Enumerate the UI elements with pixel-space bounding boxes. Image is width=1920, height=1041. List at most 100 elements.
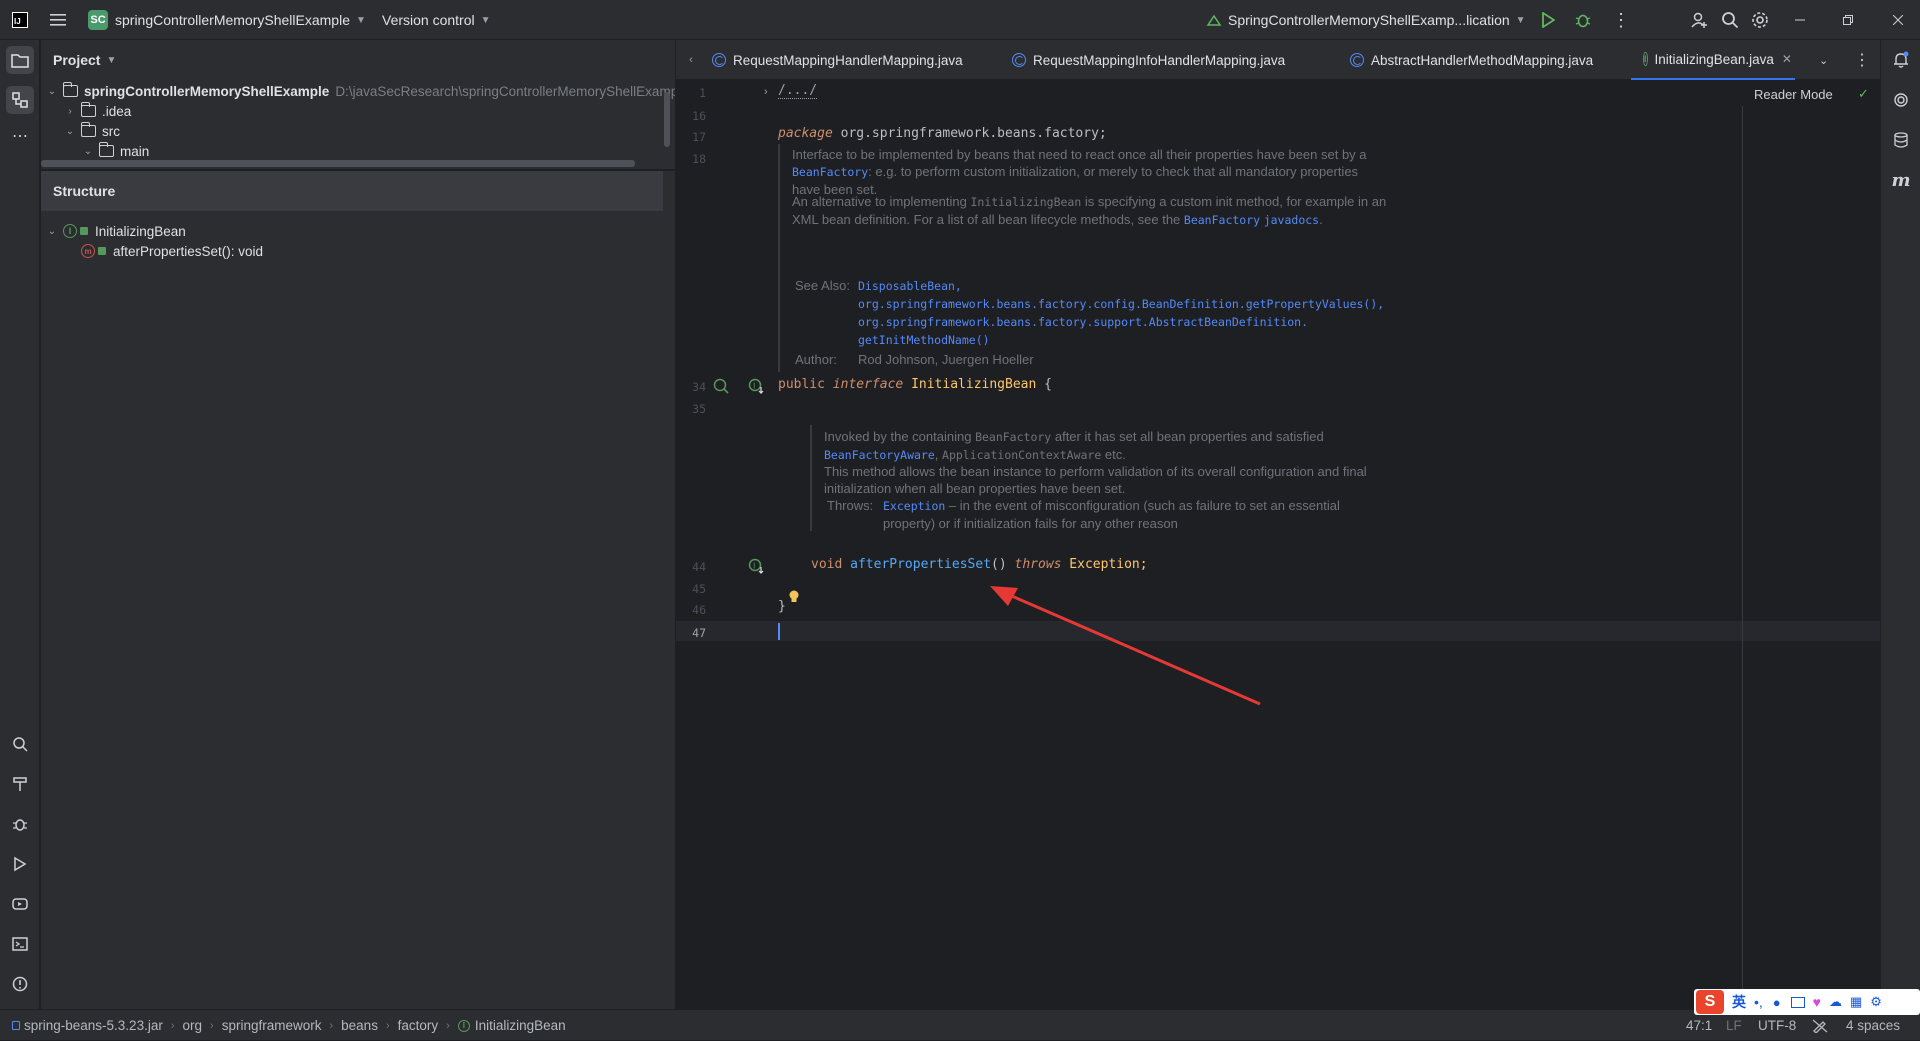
keyboard-icon[interactable] <box>1790 996 1805 1008</box>
project-panel-header[interactable]: Project ▼ <box>53 40 116 80</box>
tab-request-mapping-handler-mapping[interactable]: RequestMappingHandlerMapping.java <box>700 40 975 80</box>
microphone-icon[interactable]: ● <box>1773 995 1781 1010</box>
maven-button[interactable]: m <box>1887 166 1915 194</box>
doc-link[interactable]: org.springframework.beans.factory.suppor… <box>858 315 1308 329</box>
structure-tool-button[interactable] <box>6 86 34 114</box>
folder-icon <box>11 54 29 68</box>
structure-item-class[interactable]: ⌄ I InitializingBean <box>45 221 186 241</box>
interface-declaration: public interface InitializingBean { <box>778 377 1052 392</box>
tab-abstract-handler-method-mapping[interactable]: AbstractHandlerMethodMapping.java <box>1338 40 1605 80</box>
line-number: 35 <box>692 402 706 416</box>
lightbulb-icon[interactable] <box>788 590 800 604</box>
terminal-tool-button[interactable] <box>6 930 34 958</box>
bell-icon <box>1894 51 1909 68</box>
database-button[interactable] <box>1887 126 1915 154</box>
close-window-button[interactable] <box>1893 0 1903 40</box>
tab-options-button[interactable]: ⋮ <box>1854 40 1870 80</box>
ime-language[interactable]: 英 <box>1732 992 1746 1012</box>
line-number: 1 <box>699 86 706 100</box>
services-tool-button[interactable] <box>6 890 34 918</box>
breadcrumb-item[interactable]: factory <box>398 1018 439 1033</box>
breadcrumb-item[interactable]: springframework <box>222 1018 322 1033</box>
close-tab-icon[interactable]: ✕ <box>1782 52 1792 66</box>
find-tool-button[interactable] <box>6 730 34 758</box>
inspection-ok-icon[interactable]: ✓ <box>1858 86 1869 102</box>
notifications-button[interactable] <box>1887 46 1915 74</box>
vertical-scrollbar[interactable] <box>664 92 670 147</box>
sogou-logo-icon[interactable]: S <box>1696 990 1724 1014</box>
ai-assistant-button[interactable] <box>1887 86 1915 114</box>
folder-icon <box>98 142 114 157</box>
breadcrumb-item[interactable]: spring-beans-5.3.23.jar <box>24 1018 163 1033</box>
doc-text: Interface to be implemented by beans tha… <box>792 147 1367 162</box>
project-tool-button[interactable] <box>6 46 34 74</box>
doc-text: , <box>934 447 943 462</box>
horizontal-scrollbar[interactable] <box>41 160 635 167</box>
search-everywhere-button[interactable] <box>1721 0 1739 40</box>
root-path: D:\javaSecResearch\springControllerMemor… <box>335 83 679 99</box>
doc-link[interactable]: javadocs <box>1264 213 1319 227</box>
tree-item-main[interactable]: ⌄ main <box>81 141 149 161</box>
doc-link[interactable]: BeanFactory <box>792 165 868 179</box>
run-button[interactable] <box>1541 0 1555 40</box>
doc-link[interactable]: Exception <box>883 499 945 513</box>
tab-request-mapping-info-handler-mapping[interactable]: RequestMappingInfoHandlerMapping.java <box>1000 40 1297 80</box>
breadcrumb-item[interactable]: InitializingBean <box>475 1018 566 1033</box>
implementations-gutter-icon[interactable] <box>713 378 729 394</box>
debug-button[interactable] <box>1575 0 1591 40</box>
doc-link[interactable]: org.springframework.beans.factory.config… <box>858 297 1384 311</box>
more-actions-button[interactable]: ⋮ <box>1612 0 1630 40</box>
breadcrumb-item[interactable]: org <box>183 1018 203 1033</box>
run-tool-button[interactable] <box>6 850 34 878</box>
problems-tool-button[interactable] <box>6 970 34 998</box>
code-editor[interactable]: 1 16 17 18 34 35 44 45 46 47 › I I Reade… <box>676 80 1880 1009</box>
skin-icon[interactable]: ♥ <box>1813 994 1821 1010</box>
tree-item-idea[interactable]: › .idea <box>63 101 131 121</box>
fold-icon[interactable]: › <box>764 86 768 98</box>
version-control-menu[interactable]: Version control ▼ <box>382 0 491 40</box>
chevron-down-icon: ▼ <box>106 54 117 66</box>
grid-icon[interactable]: ▦ <box>1850 994 1862 1010</box>
doc-link[interactable]: getInitMethodName() <box>858 333 990 347</box>
folded-header[interactable]: /.../ <box>778 83 818 99</box>
tree-item-root[interactable]: ⌄ springControllerMemoryShellExample D:\… <box>45 81 678 101</box>
main-menu-button[interactable] <box>50 0 66 40</box>
add-user-icon <box>1691 12 1707 28</box>
throws-keyword: throws <box>1014 557 1062 572</box>
interface-gutter-icon[interactable]: I <box>748 378 764 394</box>
svg-text:I: I <box>753 382 755 391</box>
app-logo[interactable]: IJ <box>12 0 28 40</box>
build-tool-button[interactable] <box>6 770 34 798</box>
tabs-dropdown-button[interactable]: ⌄ <box>1819 40 1828 80</box>
red-annotation-arrow <box>990 586 1261 706</box>
doc-link[interactable]: BeanFactory <box>1184 213 1260 227</box>
breadcrumb-item[interactable]: beans <box>341 1018 378 1033</box>
doc-link[interactable]: BeanFactoryAware <box>824 448 935 462</box>
cloud-icon[interactable]: ☁ <box>1829 994 1842 1010</box>
code-with-me-button[interactable] <box>1690 0 1708 40</box>
debug-tool-button[interactable] <box>6 810 34 838</box>
punctuation-icon[interactable]: •, <box>1754 994 1763 1010</box>
chevron-down-icon: ▼ <box>480 14 491 26</box>
restore-button[interactable] <box>1843 0 1853 40</box>
method-gutter-icon[interactable]: I <box>748 558 764 574</box>
tab-initializing-bean[interactable]: I InitializingBean.java ✕ <box>1631 40 1795 80</box>
reader-mode-toggle[interactable]: Reader Mode <box>1754 80 1833 108</box>
tab-label: RequestMappingHandlerMapping.java <box>733 52 963 68</box>
editor-tab-bar: ‹ RequestMappingHandlerMapping.java Requ… <box>676 40 1880 80</box>
chevron-right-icon: › <box>68 105 72 117</box>
more-tools-button[interactable]: ⋯ <box>6 122 34 150</box>
breadcrumb: spring-beans-5.3.23.jar › org › springfr… <box>12 1010 566 1041</box>
settings-gear-icon[interactable]: ⚙ <box>1870 994 1882 1010</box>
project-selector[interactable]: SC springControllerMemoryShellExample ▼ <box>88 0 366 40</box>
doc-link[interactable]: DisposableBean, <box>858 279 962 293</box>
structure-item-method[interactable]: m afterPropertiesSet(): void <box>81 241 263 261</box>
line-number: 46 <box>692 603 706 617</box>
run-config-selector[interactable]: SpringControllerMemoryShellExamp...licat… <box>1206 0 1526 40</box>
method-name[interactable]: afterPropertiesSet <box>850 557 991 572</box>
tree-item-src[interactable]: ⌄ src <box>63 121 120 141</box>
settings-button[interactable] <box>1751 0 1769 40</box>
more-horizontal-icon: ⋯ <box>12 128 28 145</box>
tree-item-label: .idea <box>102 103 132 119</box>
minimize-button[interactable] <box>1795 0 1805 40</box>
